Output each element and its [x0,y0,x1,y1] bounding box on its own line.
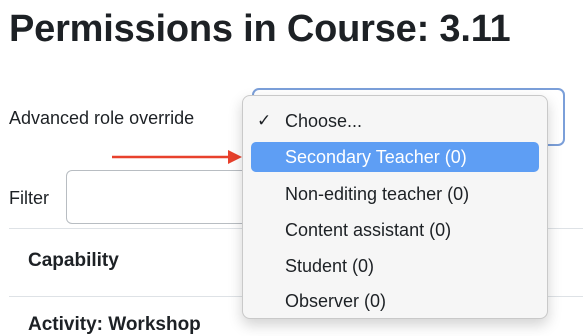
option-choose[interactable]: ✓ Choose... [251,106,539,136]
capability-header: Capability [28,250,119,271]
option-secondary-teacher[interactable]: Secondary Teacher (0) [251,142,539,172]
filter-input[interactable] [66,170,266,224]
page-title: Permissions in Course: 3.11 [9,8,511,50]
option-student[interactable]: Student (0) [251,251,539,281]
override-label: Advanced role override [9,108,195,128]
table-row: Activity: Workshop [28,314,201,335]
option-non-editing-teacher[interactable]: Non-editing teacher (0) [251,179,539,209]
red-arrow-icon [112,150,242,164]
option-observer[interactable]: Observer (0) [251,286,539,316]
checkmark-icon: ✓ [257,111,272,130]
option-content-assistant[interactable]: Content assistant (0) [251,215,539,245]
filter-label: Filter [9,188,49,208]
override-dropdown-menu[interactable]: ✓ Choose... Secondary Teacher (0) Non-ed… [242,95,548,319]
